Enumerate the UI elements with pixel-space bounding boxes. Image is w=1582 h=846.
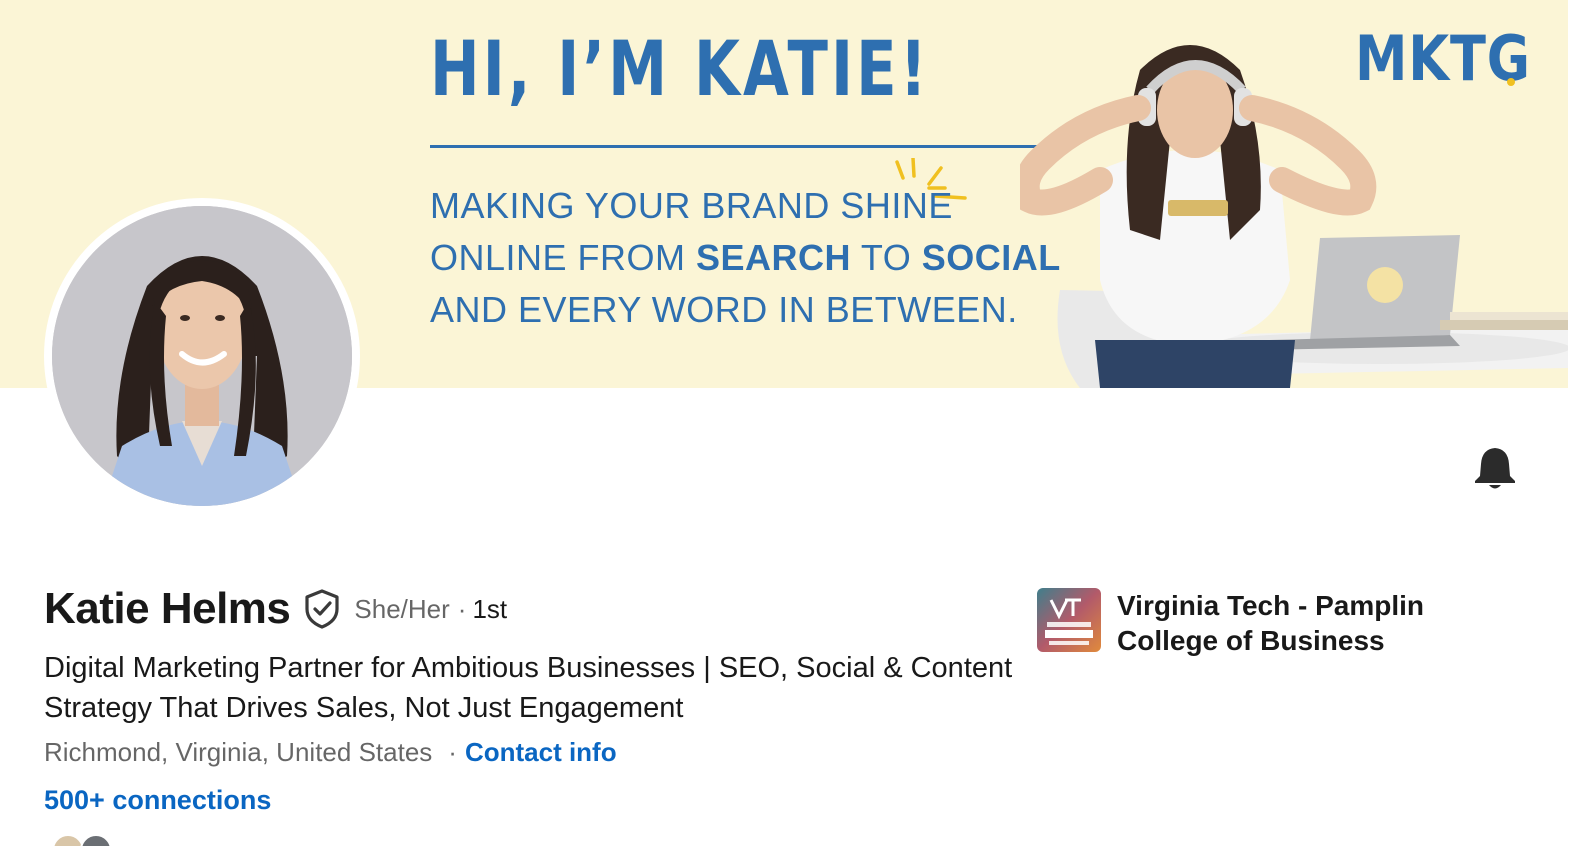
banner-tagline-line-2: ONLINE FROM SEARCH TO SOCIAL [430,232,1061,284]
tagline-text: TO [851,237,922,278]
location-separator: · [448,737,457,767]
virginia-tech-pamplin-logo [1037,588,1101,652]
avatar-photo [52,206,352,506]
banner-person-photo [1020,45,1568,388]
banner-tagline-line-1: MAKING YOUR BRAND SHINE [430,185,953,226]
education-item[interactable]: Virginia Tech - Pamplin College of Busin… [1037,588,1457,658]
banner-tagline: MAKING YOUR BRAND SHINE ONLINE FROM SEAR… [430,180,1061,336]
bell-icon[interactable] [1474,446,1516,490]
pronouns: She/Her [354,593,450,624]
tagline-bold-search: SEARCH [696,237,852,278]
profile-avatar-frame[interactable] [44,198,360,514]
avatar[interactable] [52,206,352,506]
profile-name-row: Katie Helms She/Her · 1st [44,584,507,634]
tagline-text: ONLINE FROM [430,237,697,278]
shield-check-icon[interactable] [302,589,342,629]
location-row: Richmond, Virginia, United States · Contac… [44,735,617,769]
banner-divider [430,145,1070,148]
profile-headline: Digital Marketing Partner for Ambitious … [44,652,1013,724]
degree-separator: · [457,593,467,624]
mutual-connections-avatars[interactable] [50,834,130,846]
connection-degree: 1st [472,593,508,624]
banner-tagline-line-3: AND EVERY WORD IN BETWEEN. [430,289,1018,330]
profile-name: Katie Helms [44,584,291,633]
profile-location: Richmond, Virginia, United States [44,737,433,767]
contact-info-link[interactable]: Contact info [465,737,617,767]
connections-link[interactable]: 500+ connections [44,785,271,816]
banner-headline: HI, I’M KATIE! [430,24,930,113]
education-name: Virginia Tech - Pamplin College of Busin… [1117,590,1425,656]
